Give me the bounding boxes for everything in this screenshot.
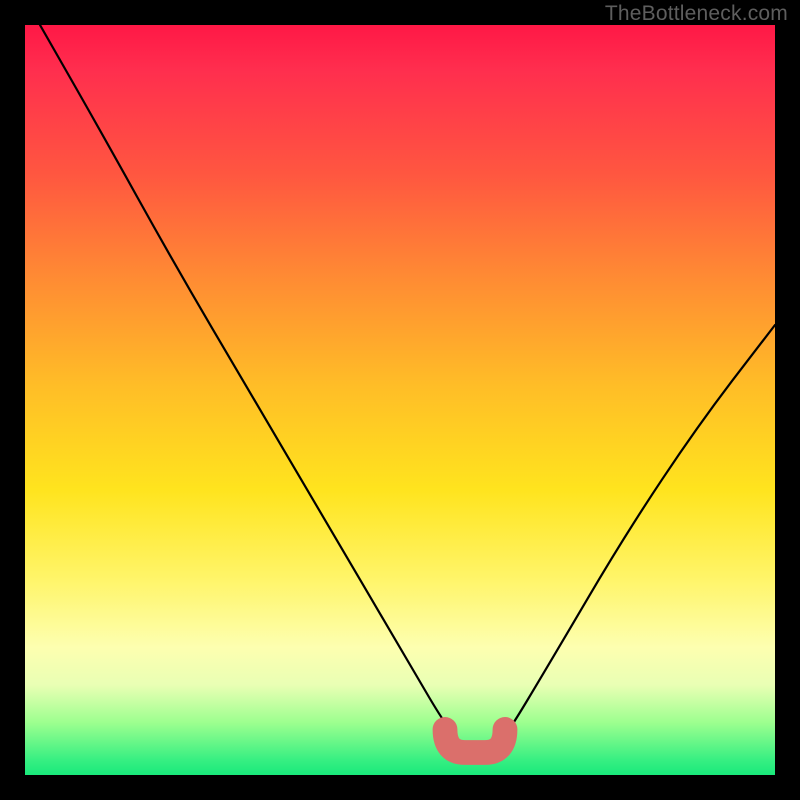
- chart-container: TheBottleneck.com: [0, 0, 800, 800]
- bottom-marker: [445, 729, 505, 752]
- plot-area: [25, 25, 775, 775]
- chart-svg: [25, 25, 775, 775]
- curve-line: [40, 25, 775, 753]
- watermark-text: TheBottleneck.com: [605, 2, 788, 26]
